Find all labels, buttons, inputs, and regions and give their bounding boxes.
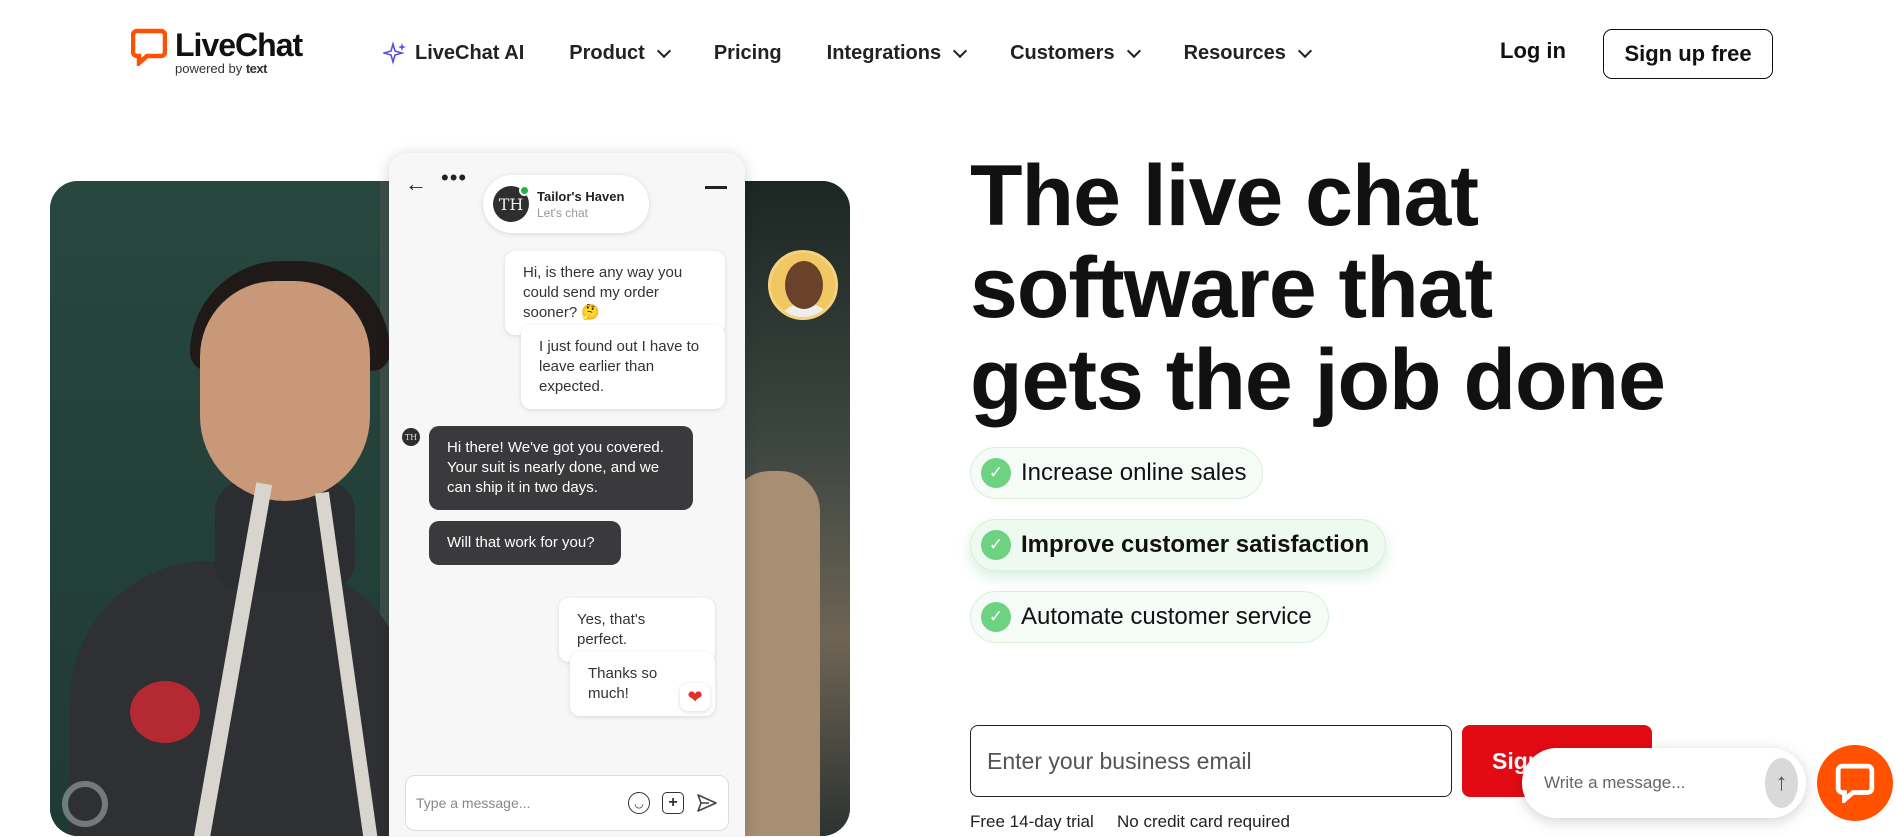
nav-label: Customers [1010, 41, 1115, 64]
message-bubble: Hi there! We've got you covered. Your su… [429, 426, 693, 510]
chat-bubble-icon [1835, 763, 1875, 803]
floating-message-input[interactable] [1544, 773, 1765, 793]
message-composer: ◡ + [405, 775, 729, 831]
chevron-down-icon [1126, 43, 1141, 58]
nav-label: Product [569, 41, 645, 64]
chat-bubble-logo-icon [130, 28, 168, 68]
benefit-pill-automation[interactable]: ✓ Automate customer service [970, 591, 1329, 643]
nav-item-customers[interactable]: Customers [1010, 38, 1141, 68]
sparkle-icon [383, 41, 406, 65]
send-icon[interactable] [696, 792, 718, 814]
message-bubble: Hi, is there any way you could send my o… [505, 251, 725, 335]
floating-message-box: ↑ [1522, 748, 1806, 818]
signup-button[interactable]: Sign up free [1603, 29, 1773, 79]
agent-avatar: TH [493, 185, 530, 222]
customer-avatar [768, 250, 838, 320]
attach-icon[interactable]: + [662, 792, 684, 814]
agent-name: Tailor's Haven [537, 188, 625, 204]
main-nav: LiveChat AI Product Pricing Integrations… [383, 38, 1355, 68]
heart-reaction-icon: ❤ [680, 683, 710, 711]
trial-note: Free 14-day trial [970, 812, 1094, 831]
more-options-icon[interactable]: ••• [441, 165, 467, 191]
benefit-label: Increase online sales [1021, 459, 1247, 486]
benefit-label: Automate customer service [1021, 603, 1312, 630]
arrow-up-send-icon[interactable]: ↑ [1765, 758, 1798, 808]
powered-by: powered by text [175, 61, 267, 76]
message-input[interactable] [416, 795, 616, 811]
nav-label: Integrations [826, 41, 942, 64]
benefit-pill-sales[interactable]: ✓ Increase online sales [970, 447, 1264, 499]
nav-item-integrations[interactable]: Integrations [826, 38, 968, 68]
no-card-note: No credit card required [1117, 812, 1290, 831]
back-arrow-icon[interactable]: ← [405, 171, 427, 197]
chat-launcher-button[interactable] [1817, 745, 1893, 821]
nav-label: LiveChat AI [415, 41, 525, 64]
agent-mini-avatar: TH [402, 428, 420, 446]
chat-widget-preview: ← ••• TH Tailor's Haven Let's chat Hi, i… [389, 153, 745, 837]
nav-label: Resources [1183, 41, 1286, 64]
check-icon: ✓ [981, 458, 1011, 488]
message-bubble: I just found out I have to leave earlier… [521, 325, 725, 409]
chevron-down-icon [1297, 43, 1312, 58]
nav-item-pricing[interactable]: Pricing [714, 38, 782, 68]
emoji-icon[interactable]: ◡ [628, 792, 650, 814]
agent-header: TH Tailor's Haven Let's chat [483, 175, 649, 233]
check-icon: ✓ [981, 602, 1011, 632]
online-status-icon [519, 185, 530, 196]
login-link[interactable]: Log in [1500, 38, 1566, 64]
minimize-icon[interactable] [705, 186, 727, 189]
nav-item-resources[interactable]: Resources [1183, 38, 1312, 68]
nav-item-product[interactable]: Product [569, 38, 671, 68]
message-bubble: Will that work for you? [429, 521, 621, 565]
agent-status: Let's chat [537, 205, 588, 220]
chevron-down-icon [656, 43, 671, 58]
hero-headline: The live chat software that gets the job… [970, 148, 1666, 428]
benefit-pill-satisfaction[interactable]: ✓ Improve customer satisfaction [970, 519, 1387, 571]
nav-item-livechat-ai[interactable]: LiveChat AI [383, 38, 524, 68]
chevron-down-icon [953, 43, 968, 58]
brand-name: LiveChat [175, 27, 303, 63]
check-icon: ✓ [981, 530, 1011, 560]
livechat-logo[interactable]: LiveChat powered by text [130, 27, 303, 76]
nav-label: Pricing [713, 41, 782, 64]
business-email-input[interactable] [970, 725, 1452, 797]
benefit-label: Improve customer satisfaction [1021, 531, 1370, 558]
loading-spinner-icon [62, 781, 108, 827]
